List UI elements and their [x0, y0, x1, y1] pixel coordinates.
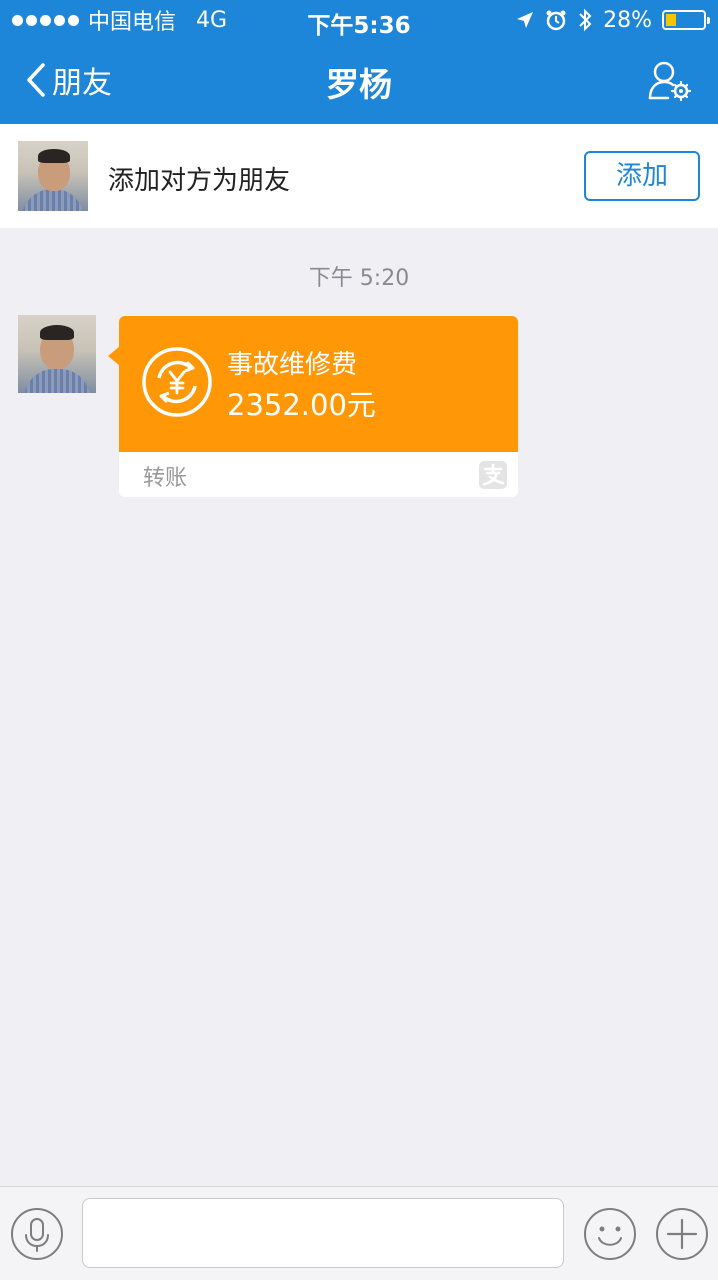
- transfer-label: 转账: [143, 466, 188, 491]
- transfer-card-footer: 转账: [119, 452, 518, 497]
- alipay-logo-icon: [479, 461, 507, 489]
- add-friend-bar: 添加对方为朋友 添加: [0, 124, 718, 228]
- location-arrow-icon: [517, 12, 534, 28]
- transfer-title: 事故维修费: [227, 350, 358, 380]
- message-input[interactable]: [82, 1198, 564, 1268]
- add-friend-button[interactable]: 添加: [584, 151, 700, 201]
- transfer-yuan-icon: [142, 347, 212, 417]
- avatar-shirt: [22, 189, 84, 211]
- battery-level: [666, 14, 676, 26]
- transfer-card-body: 事故维修费 2352.00元: [119, 316, 518, 452]
- add-friend-prompt: 添加对方为朋友: [108, 166, 291, 196]
- avatar[interactable]: [18, 141, 88, 211]
- message-avatar[interactable]: [18, 315, 96, 393]
- bluetooth-icon: [579, 8, 592, 32]
- transfer-amount: 2352.00元: [227, 388, 376, 422]
- battery-icon: [662, 10, 710, 30]
- avatar-shirt: [24, 369, 90, 393]
- user-settings-icon[interactable]: [646, 60, 692, 102]
- message-timestamp: 下午 5:20: [308, 266, 410, 291]
- microphone-icon[interactable]: [10, 1207, 64, 1261]
- input-bar: [0, 1186, 718, 1280]
- status-bar: 中国电信 4G 下午5:36 28%: [0, 0, 718, 40]
- avatar-hair: [38, 149, 70, 163]
- header: 中国电信 4G 下午5:36 28% 朋友 罗杨: [0, 0, 718, 124]
- avatar-hair: [40, 325, 74, 340]
- smiley-icon[interactable]: [583, 1207, 637, 1261]
- battery-percent: 28%: [603, 7, 652, 33]
- plus-icon[interactable]: [655, 1207, 709, 1261]
- page-title: 罗杨: [326, 65, 392, 104]
- transfer-message-card[interactable]: 事故维修费 2352.00元 转账: [108, 316, 518, 497]
- alarm-icon: [546, 10, 566, 31]
- navigation-bar: 朋友 罗杨: [0, 40, 718, 124]
- status-right: 28%: [515, 6, 710, 34]
